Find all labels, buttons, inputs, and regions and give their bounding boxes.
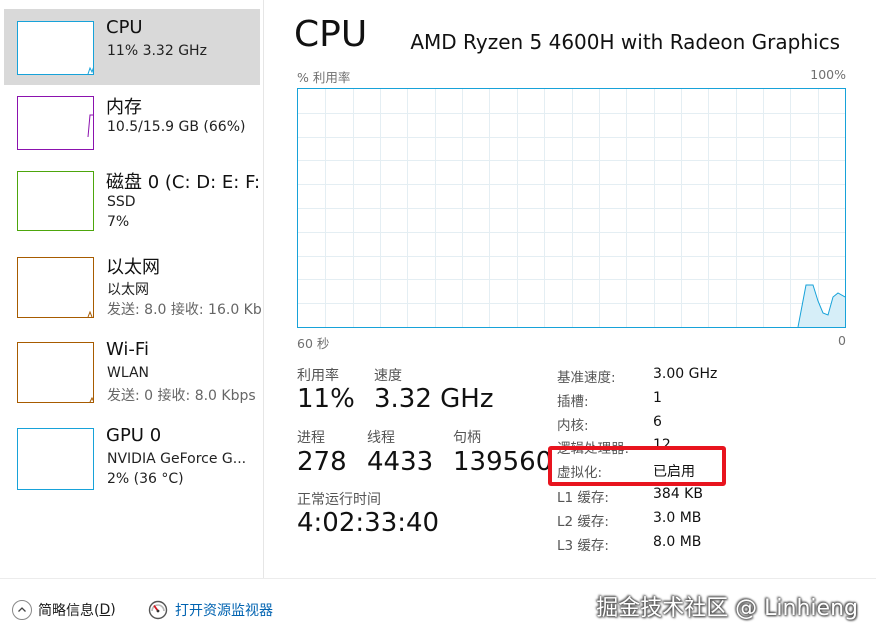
sidebar-item-gpu[interactable]: GPU 0 NVIDIA GeForce G... 2% (36 °C): [4, 423, 260, 499]
cpu-utilization-graph: [297, 88, 846, 328]
sidebar-item-title: CPU: [106, 17, 143, 38]
spec-key-cores: 内核:: [557, 418, 589, 434]
spec-key-sockets: 插槽:: [557, 394, 589, 410]
utilization-value: 11%: [297, 384, 355, 414]
spec-key-l1-cache: L1 缓存:: [557, 490, 609, 506]
gpu-thumbnail-graph: [17, 428, 94, 490]
sidebar-item-detail: 发送: 0 接收: 8.0 Kbps: [107, 388, 256, 404]
sidebar-divider: [263, 0, 264, 578]
spec-value-cores: 6: [653, 414, 662, 430]
sidebar-item-title: Wi-Fi: [106, 339, 149, 360]
uptime-label: 正常运行时间: [297, 492, 381, 508]
spec-value-base-speed: 3.00 GHz: [653, 366, 718, 382]
handles-label: 句柄: [453, 430, 481, 446]
spec-value-l3-cache: 8.0 MB: [653, 534, 702, 550]
memory-thumbnail-graph: [17, 96, 94, 150]
sidebar-item-detail: 发送: 8.0 接收: 16.0 Kb: [107, 302, 262, 318]
speed-value: 3.32 GHz: [374, 384, 494, 414]
spec-key-base-speed: 基准速度:: [557, 370, 616, 386]
fewer-details-label: 简略信息(: [38, 603, 100, 619]
sidebar-item-detail: 7%: [107, 214, 130, 230]
spec-key-l3-cache: L3 缓存:: [557, 538, 609, 554]
fewer-details-button[interactable]: 简略信息(D): [12, 598, 116, 622]
sidebar-item-title: 以太网: [106, 257, 160, 278]
page-title: CPU: [294, 14, 368, 55]
utilization-label: 利用率: [297, 368, 339, 384]
spec-value-l2-cache: 3.0 MB: [653, 510, 702, 526]
spec-key-l2-cache: L2 缓存:: [557, 514, 609, 530]
graph-max-label: 100%: [810, 67, 846, 82]
resource-monitor-icon: [148, 600, 168, 620]
sidebar-item-ethernet[interactable]: 以太网 以太网 发送: 8.0 接收: 16.0 Kb: [4, 252, 262, 328]
cpu-thumbnail-graph: [17, 21, 94, 75]
cpu-model-name: AMD Ryzen 5 4600H with Radeon Graphics: [410, 30, 840, 54]
speed-label: 速度: [374, 368, 402, 384]
threads-value: 4433: [367, 447, 434, 477]
chevron-up-icon: [12, 600, 32, 620]
fewer-details-accesskey: D: [99, 602, 111, 618]
graph-y-axis-label: % 利用率: [297, 70, 351, 85]
graph-time-span-label: 60 秒: [297, 336, 330, 351]
sidebar-item-disk[interactable]: 磁盘 0 (C: D: E: F: SSD 7%: [4, 167, 260, 243]
sidebar-item-title: GPU 0: [106, 425, 162, 446]
spec-value-l1-cache: 384 KB: [653, 486, 703, 502]
graph-min-label: 0: [838, 333, 846, 348]
sidebar-item-detail: 10.5/15.9 GB (66%): [107, 119, 246, 135]
wifi-thumbnail-graph: [17, 342, 94, 403]
sidebar-item-detail: SSD: [107, 194, 136, 210]
footer-divider: [0, 578, 876, 579]
ethernet-thumbnail-graph: [17, 257, 94, 318]
cpu-graph-canvas: [298, 89, 845, 327]
uptime-value: 4:02:33:40: [297, 508, 440, 538]
disk-thumbnail-graph: [17, 171, 94, 231]
handles-value: 139560: [453, 447, 553, 477]
threads-label: 线程: [367, 430, 395, 446]
spec-value-sockets: 1: [653, 390, 662, 406]
sidebar-item-detail: WLAN: [107, 365, 150, 381]
sidebar: CPU 11% 3.32 GHz 内存 10.5/15.9 GB (66%) 磁…: [0, 0, 264, 578]
sidebar-item-memory[interactable]: 内存 10.5/15.9 GB (66%): [4, 92, 260, 168]
sidebar-item-detail: 以太网: [107, 282, 149, 298]
sidebar-item-detail: NVIDIA GeForce G...: [107, 451, 247, 467]
open-resource-monitor-link[interactable]: 打开资源监视器: [148, 598, 273, 622]
sidebar-item-detail: 11% 3.32 GHz: [107, 43, 207, 59]
processes-value: 278: [297, 447, 347, 477]
sidebar-item-title: 磁盘 0 (C: D: E: F:: [106, 172, 261, 193]
sidebar-item-cpu[interactable]: CPU 11% 3.32 GHz: [4, 9, 260, 85]
virtualization-highlight-annotation: [548, 446, 726, 486]
sidebar-item-wifi[interactable]: Wi-Fi WLAN 发送: 0 接收: 8.0 Kbps: [4, 337, 260, 413]
open-resource-monitor-label: 打开资源监视器: [175, 603, 273, 619]
sidebar-item-detail: 2% (36 °C): [107, 471, 184, 487]
sidebar-item-title: 内存: [106, 97, 142, 118]
fewer-details-close-paren: ): [110, 602, 116, 618]
processes-label: 进程: [297, 430, 325, 446]
watermark: 掘金技术社区 @ Linhieng: [596, 596, 858, 621]
